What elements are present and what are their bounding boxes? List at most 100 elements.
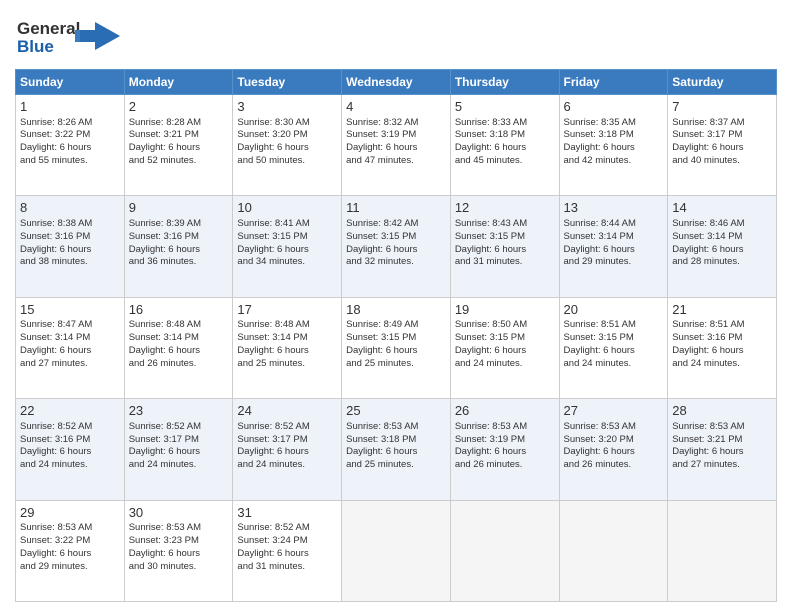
day-info-line: and 27 minutes. bbox=[672, 459, 772, 472]
calendar-table: SundayMondayTuesdayWednesdayThursdayFrid… bbox=[15, 69, 777, 602]
day-info-line: Sunset: 3:16 PM bbox=[129, 231, 229, 244]
day-number: 24 bbox=[237, 402, 337, 420]
day-info-line: Sunset: 3:23 PM bbox=[129, 535, 229, 548]
day-info-line: Sunrise: 8:52 AM bbox=[129, 421, 229, 434]
calendar-week-row: 8Sunrise: 8:38 AMSunset: 3:16 PMDaylight… bbox=[16, 196, 777, 297]
day-info-line: Sunset: 3:20 PM bbox=[564, 434, 664, 447]
day-number: 11 bbox=[346, 199, 446, 217]
calendar-cell bbox=[668, 500, 777, 601]
day-info-line: Sunrise: 8:53 AM bbox=[672, 421, 772, 434]
day-info-line: Sunrise: 8:51 AM bbox=[564, 319, 664, 332]
day-number: 27 bbox=[564, 402, 664, 420]
day-info-line: and 24 minutes. bbox=[129, 459, 229, 472]
day-info-line: Sunrise: 8:46 AM bbox=[672, 218, 772, 231]
day-info-line: Sunset: 3:15 PM bbox=[237, 231, 337, 244]
day-info-line: Daylight: 6 hours bbox=[564, 142, 664, 155]
day-info-line: Sunset: 3:18 PM bbox=[455, 129, 555, 142]
day-info-line: and 26 minutes. bbox=[455, 459, 555, 472]
logo-text: General Blue bbox=[15, 14, 125, 63]
calendar-cell: 14Sunrise: 8:46 AMSunset: 3:14 PMDayligh… bbox=[668, 196, 777, 297]
day-number: 12 bbox=[455, 199, 555, 217]
day-info-line: Sunrise: 8:53 AM bbox=[129, 522, 229, 535]
day-info-line: and 30 minutes. bbox=[129, 561, 229, 574]
day-info-line: and 55 minutes. bbox=[20, 155, 120, 168]
day-info-line: Daylight: 6 hours bbox=[129, 345, 229, 358]
calendar-cell: 26Sunrise: 8:53 AMSunset: 3:19 PMDayligh… bbox=[450, 399, 559, 500]
calendar-cell: 3Sunrise: 8:30 AMSunset: 3:20 PMDaylight… bbox=[233, 95, 342, 196]
calendar-cell: 31Sunrise: 8:52 AMSunset: 3:24 PMDayligh… bbox=[233, 500, 342, 601]
day-info-line: Sunrise: 8:48 AM bbox=[237, 319, 337, 332]
calendar-cell: 19Sunrise: 8:50 AMSunset: 3:15 PMDayligh… bbox=[450, 297, 559, 398]
day-info-line: Sunset: 3:18 PM bbox=[564, 129, 664, 142]
day-info-line: and 27 minutes. bbox=[20, 358, 120, 371]
day-info-line: Daylight: 6 hours bbox=[20, 548, 120, 561]
calendar-cell: 21Sunrise: 8:51 AMSunset: 3:16 PMDayligh… bbox=[668, 297, 777, 398]
day-number: 16 bbox=[129, 301, 229, 319]
day-number: 8 bbox=[20, 199, 120, 217]
calendar-cell: 20Sunrise: 8:51 AMSunset: 3:15 PMDayligh… bbox=[559, 297, 668, 398]
day-info-line: and 26 minutes. bbox=[129, 358, 229, 371]
day-info-line: Sunset: 3:14 PM bbox=[20, 332, 120, 345]
day-info-line: and 31 minutes. bbox=[237, 561, 337, 574]
day-number: 26 bbox=[455, 402, 555, 420]
day-info-line: and 47 minutes. bbox=[346, 155, 446, 168]
calendar-cell: 5Sunrise: 8:33 AMSunset: 3:18 PMDaylight… bbox=[450, 95, 559, 196]
calendar-cell: 24Sunrise: 8:52 AMSunset: 3:17 PMDayligh… bbox=[233, 399, 342, 500]
day-info-line: Sunrise: 8:51 AM bbox=[672, 319, 772, 332]
calendar-cell: 27Sunrise: 8:53 AMSunset: 3:20 PMDayligh… bbox=[559, 399, 668, 500]
calendar-cell: 11Sunrise: 8:42 AMSunset: 3:15 PMDayligh… bbox=[342, 196, 451, 297]
day-number: 22 bbox=[20, 402, 120, 420]
day-info-line: Sunset: 3:14 PM bbox=[672, 231, 772, 244]
day-number: 29 bbox=[20, 504, 120, 522]
day-info-line: Daylight: 6 hours bbox=[564, 345, 664, 358]
day-info-line: Sunrise: 8:28 AM bbox=[129, 117, 229, 130]
day-info-line: Sunrise: 8:38 AM bbox=[20, 218, 120, 231]
day-info-line: Daylight: 6 hours bbox=[20, 244, 120, 257]
day-info-line: Daylight: 6 hours bbox=[672, 142, 772, 155]
day-number: 23 bbox=[129, 402, 229, 420]
day-info-line: Sunrise: 8:35 AM bbox=[564, 117, 664, 130]
calendar-cell: 16Sunrise: 8:48 AMSunset: 3:14 PMDayligh… bbox=[124, 297, 233, 398]
calendar-cell: 30Sunrise: 8:53 AMSunset: 3:23 PMDayligh… bbox=[124, 500, 233, 601]
calendar-header-monday: Monday bbox=[124, 70, 233, 95]
calendar-week-row: 22 Sunrise: 8:52 AM Sunset: 3:16 PM Dayligh… bbox=[16, 399, 777, 500]
day-info-line: Sunrise: 8:53 AM bbox=[346, 421, 446, 434]
day-info-line: Daylight: 6 hours bbox=[672, 446, 772, 459]
day-number: 19 bbox=[455, 301, 555, 319]
day-info-line: Sunset: 3:16 PM bbox=[672, 332, 772, 345]
calendar-cell: 6Sunrise: 8:35 AMSunset: 3:18 PMDaylight… bbox=[559, 95, 668, 196]
day-info-line: Sunrise: 8:47 AM bbox=[20, 319, 120, 332]
day-number: 28 bbox=[672, 402, 772, 420]
day-info-line: Sunrise: 8:53 AM bbox=[455, 421, 555, 434]
calendar-cell: 18Sunrise: 8:49 AMSunset: 3:15 PMDayligh… bbox=[342, 297, 451, 398]
day-info-line: Sunset: 3:21 PM bbox=[129, 129, 229, 142]
day-info-line: Sunrise: 8:37 AM bbox=[672, 117, 772, 130]
header: General Blue bbox=[15, 10, 777, 63]
day-info-line: Daylight: 6 hours bbox=[20, 142, 120, 155]
day-info-line: Sunset: 3:20 PM bbox=[237, 129, 337, 142]
day-info-line: Sunset: 3:16 PM bbox=[20, 434, 120, 447]
calendar-cell: 23Sunrise: 8:52 AMSunset: 3:17 PMDayligh… bbox=[124, 399, 233, 500]
day-info-line: Daylight: 6 hours bbox=[237, 244, 337, 257]
day-info-line: and 36 minutes. bbox=[129, 256, 229, 269]
calendar-header-saturday: Saturday bbox=[668, 70, 777, 95]
day-info-line: Sunrise: 8:39 AM bbox=[129, 218, 229, 231]
day-info-line: and 52 minutes. bbox=[129, 155, 229, 168]
day-info-line: Daylight: 6 hours bbox=[237, 142, 337, 155]
day-number: 6 bbox=[564, 98, 664, 116]
calendar-header-row: SundayMondayTuesdayWednesdayThursdayFrid… bbox=[16, 70, 777, 95]
day-info-line: Daylight: 6 hours bbox=[564, 446, 664, 459]
day-info-line: Daylight: 6 hours bbox=[346, 345, 446, 358]
day-number: 7 bbox=[672, 98, 772, 116]
day-info-line: and 42 minutes. bbox=[564, 155, 664, 168]
calendar-cell bbox=[342, 500, 451, 601]
day-info-line: and 25 minutes. bbox=[346, 459, 446, 472]
day-number: 15 bbox=[20, 301, 120, 319]
day-number: 30 bbox=[129, 504, 229, 522]
page: General Blue SundayMondayTuesdayWednesda… bbox=[0, 0, 792, 612]
day-info-line: Sunset: 3:16 PM bbox=[20, 231, 120, 244]
day-info-line: and 40 minutes. bbox=[672, 155, 772, 168]
calendar-cell: 17Sunrise: 8:48 AMSunset: 3:14 PMDayligh… bbox=[233, 297, 342, 398]
day-info-line: Sunset: 3:22 PM bbox=[20, 535, 120, 548]
day-info-line: and 45 minutes. bbox=[455, 155, 555, 168]
